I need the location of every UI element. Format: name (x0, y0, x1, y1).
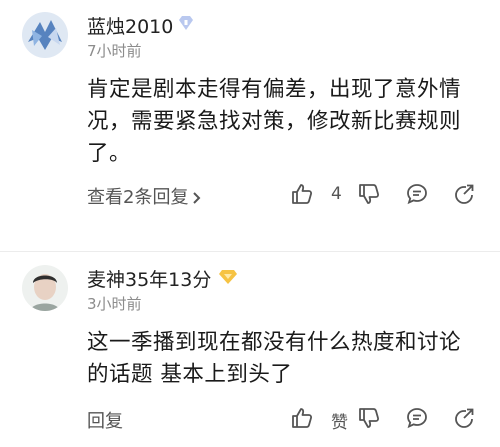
comment-text: 肯定是剧本走得有偏差，出现了意外情况，需要紧急找对策，修改新比赛规则了。 (87, 77, 462, 166)
user-level-badge-icon (178, 15, 194, 35)
view-replies-label: 查看2条回复 (87, 187, 189, 208)
username[interactable]: 麦神35年13分 (87, 265, 211, 292)
share-icon[interactable] (452, 406, 476, 430)
timestamp: 3小时前 (87, 295, 142, 313)
avatar[interactable] (22, 265, 68, 311)
share-icon[interactable] (452, 182, 476, 206)
message-icon[interactable] (405, 406, 429, 430)
reply-button[interactable]: 回复 (87, 407, 123, 433)
thumbs-up-icon[interactable] (290, 406, 314, 430)
comment-actions: 查看2条回复 4 (0, 180, 500, 210)
thumbs-down-icon[interactable] (357, 406, 381, 430)
comment-item: 麦神35年13分 3小时前 这一季播到现在都没有什么热度和讨论的话题 基本上到头… (0, 252, 500, 447)
like-count: 4 (331, 184, 342, 204)
thumbs-down-icon[interactable] (357, 182, 381, 206)
avatar[interactable] (22, 12, 68, 58)
comment-item: 蓝烛2010 7小时前 肯定是剧本走得有偏差，出现了意外情况，需要紧急找对策，修… (0, 0, 500, 252)
timestamp: 7小时前 (87, 42, 142, 60)
message-icon[interactable] (405, 182, 429, 206)
comment-actions: 回复 赞 (0, 404, 500, 434)
chevron-right-icon (192, 189, 202, 210)
view-replies-button[interactable]: 查看2条回复 (87, 183, 202, 210)
thumbs-up-icon[interactable] (290, 182, 314, 206)
comment-text: 这一季播到现在都没有什么热度和讨论的话题 基本上到头了 (87, 330, 462, 387)
username[interactable]: 蓝烛2010 (87, 12, 173, 39)
like-label: 赞 (331, 413, 348, 433)
user-level-badge-icon (219, 269, 237, 288)
